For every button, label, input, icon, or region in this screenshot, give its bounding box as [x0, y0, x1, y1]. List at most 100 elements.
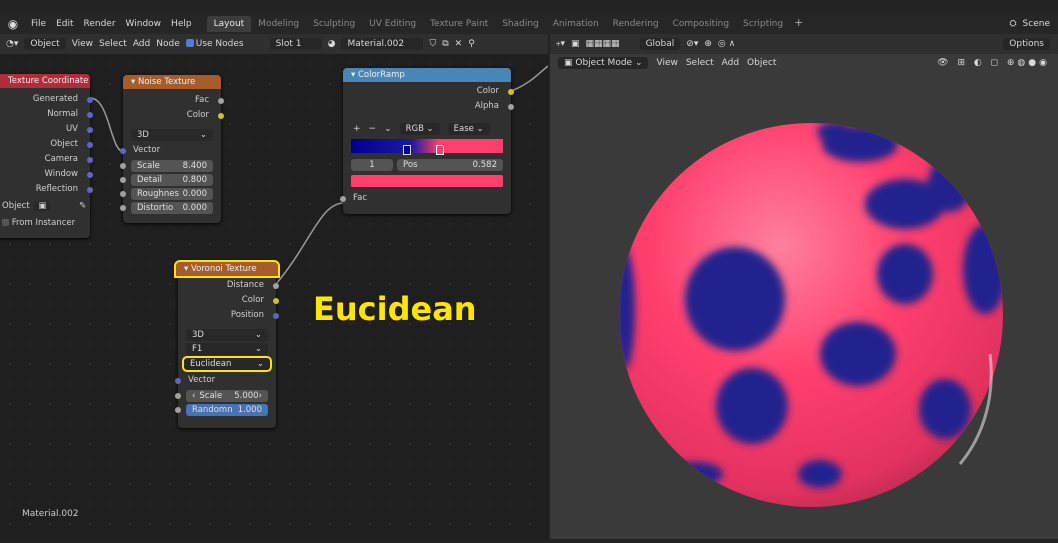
unlink-material-icon[interactable]: ✕: [455, 39, 463, 49]
socket[interactable]: [508, 103, 514, 110]
material-name-field[interactable]: Material.002: [341, 38, 424, 50]
proportional-edit-icon[interactable]: ◎ ∧: [718, 39, 735, 49]
texcoord-object-row[interactable]: Object ▣ ✎: [0, 199, 90, 214]
voronoi-metric-dropdown[interactable]: Euclidean ⌄: [182, 356, 272, 372]
socket[interactable]: [175, 393, 181, 399]
socket[interactable]: [218, 97, 224, 104]
noise-scale-field[interactable]: Scale 8.400: [120, 160, 213, 172]
socket[interactable]: [508, 88, 514, 95]
ramp-stop-0[interactable]: [403, 145, 411, 155]
menu-help[interactable]: Help: [166, 19, 197, 29]
stop-color-swatch[interactable]: [351, 175, 503, 187]
object-field-icon[interactable]: ▣: [34, 201, 51, 211]
eyedropper-icon[interactable]: ✎: [79, 201, 86, 211]
menu-window[interactable]: Window: [121, 19, 167, 29]
socket[interactable]: [273, 297, 279, 304]
voronoi-dimension-dropdown[interactable]: 3D ⌄: [186, 329, 268, 341]
decrement-arrow-icon[interactable]: ‹: [192, 390, 195, 402]
socket[interactable]: [87, 171, 93, 178]
noise-title[interactable]: ▾ Noise Texture: [123, 75, 221, 89]
blender-logo-icon[interactable]: ◉: [6, 17, 20, 31]
add-workspace-button[interactable]: +: [790, 16, 807, 32]
texture-coordinate-node[interactable]: Texture Coordinate Generated Normal UV O…: [0, 74, 93, 238]
tab-texture-paint[interactable]: Texture Paint: [423, 16, 495, 32]
options-dropdown[interactable]: Options: [1003, 38, 1050, 50]
color-ramp-gradient[interactable]: [351, 139, 503, 155]
object-type-dropdown[interactable]: Object: [24, 38, 66, 50]
noise-detail-field[interactable]: Detail 0.800: [120, 174, 213, 186]
menu-render[interactable]: Render: [79, 19, 121, 29]
remove-stop-button[interactable]: −: [369, 124, 377, 134]
tab-animation[interactable]: Animation: [546, 16, 606, 32]
socket[interactable]: [120, 191, 126, 197]
tab-scripting[interactable]: Scripting: [736, 16, 790, 32]
select-modes-icon[interactable]: ▦▦▦▦: [586, 39, 620, 49]
socket[interactable]: [273, 312, 279, 319]
collapse-arrow-icon[interactable]: ▾: [184, 264, 191, 274]
tab-sculpting[interactable]: Sculpting: [306, 16, 362, 32]
voronoi-texture-node[interactable]: ▾ Voronoi Texture Distance Color Positio…: [174, 260, 280, 428]
voronoi-randomness-field[interactable]: Randomn 1.000: [175, 404, 268, 416]
viewport-editor-type-icon[interactable]: ⧾▾: [556, 39, 565, 49]
editor-type-icon[interactable]: ◔▾: [6, 39, 18, 49]
socket[interactable]: [175, 407, 181, 413]
socket[interactable]: [120, 147, 126, 154]
ramp-stop-1[interactable]: [436, 145, 444, 155]
texcoord-title[interactable]: Texture Coordinate: [0, 74, 90, 88]
interpolation-dropdown[interactable]: Ease ⌄: [447, 123, 490, 135]
tab-layout[interactable]: Layout: [206, 16, 252, 32]
select-box-icon[interactable]: ▣: [571, 39, 580, 49]
colorramp-title[interactable]: ▾ ColorRamp: [343, 68, 511, 82]
collapse-arrow-icon[interactable]: ▾: [131, 77, 138, 87]
noise-dimension-dropdown[interactable]: 3D ⌄: [131, 129, 213, 141]
transform-orientation-dropdown[interactable]: Global: [639, 38, 681, 50]
menu-edit[interactable]: Edit: [51, 19, 78, 29]
collapse-arrow-icon[interactable]: ▾: [351, 70, 358, 80]
node-add-menu[interactable]: Add: [133, 39, 150, 49]
colorramp-node[interactable]: ▾ ColorRamp Color Alpha + − ⌄ RGB ⌄ Ease ⌄…: [340, 68, 514, 214]
voronoi-scale-field[interactable]: ‹ Scale 5.000 ›: [175, 390, 268, 402]
tab-shading[interactable]: Shading: [495, 16, 546, 32]
node-node-menu[interactable]: Node: [156, 39, 180, 49]
socket[interactable]: [175, 377, 181, 384]
slot-dropdown[interactable]: Slot 1: [269, 38, 322, 50]
tab-compositing[interactable]: Compositing: [666, 16, 736, 32]
socket[interactable]: [87, 186, 93, 193]
node-view-menu[interactable]: View: [72, 39, 93, 49]
scene-selector[interactable]: ⛭ Scene: [1009, 14, 1050, 34]
socket[interactable]: [87, 156, 93, 163]
socket[interactable]: [218, 112, 224, 119]
pin-icon[interactable]: ⚲: [468, 39, 475, 49]
noise-distortion-field[interactable]: Distortio 0.000: [120, 202, 213, 214]
node-select-menu[interactable]: Select: [99, 39, 127, 49]
noise-roughness-field[interactable]: Roughnes 0.000: [120, 188, 213, 200]
socket[interactable]: [87, 141, 93, 148]
snap-icon[interactable]: ⊕: [704, 39, 712, 49]
increment-arrow-icon[interactable]: ›: [259, 390, 262, 402]
stop-position-field[interactable]: Pos 0.582: [397, 159, 503, 171]
color-mode-dropdown[interactable]: RGB ⌄: [399, 123, 440, 135]
pivot-icon[interactable]: ⊘▾: [686, 39, 698, 49]
fake-user-shield-icon[interactable]: ⛉: [429, 39, 436, 49]
use-nodes-checkbox[interactable]: Use Nodes: [185, 39, 244, 49]
from-instancer-checkbox[interactable]: From Instancer: [0, 216, 90, 231]
tab-uv-editing[interactable]: UV Editing: [362, 16, 423, 32]
socket[interactable]: [87, 126, 93, 133]
socket[interactable]: [340, 195, 346, 202]
socket[interactable]: [87, 96, 93, 103]
socket[interactable]: [87, 111, 93, 118]
voronoi-title[interactable]: ▾ Voronoi Texture: [174, 260, 280, 278]
socket[interactable]: [273, 282, 279, 289]
socket[interactable]: [120, 205, 126, 211]
socket[interactable]: [120, 163, 126, 169]
tab-rendering[interactable]: Rendering: [606, 16, 666, 32]
stop-index-field[interactable]: 1: [351, 159, 393, 171]
voronoi-feature-dropdown[interactable]: F1 ⌄: [186, 343, 268, 355]
menu-file[interactable]: File: [26, 19, 51, 29]
3d-viewport[interactable]: ▣ Object Mode ⌄ View Select Add Object 👁…: [550, 54, 1058, 539]
add-stop-button[interactable]: +: [353, 124, 361, 134]
copy-material-icon[interactable]: ⧉: [442, 39, 448, 49]
ramp-menu-icon[interactable]: ⌄: [384, 124, 392, 134]
tab-modeling[interactable]: Modeling: [251, 16, 306, 32]
socket[interactable]: [120, 177, 126, 183]
